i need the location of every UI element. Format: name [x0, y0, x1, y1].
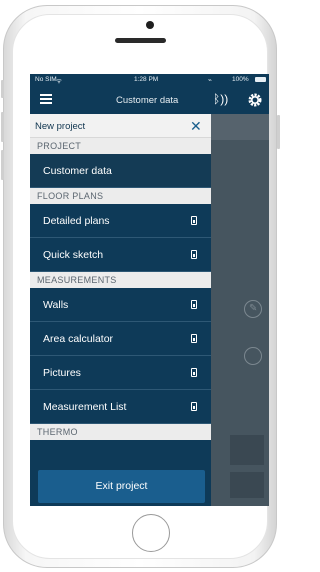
battery-icon	[255, 77, 266, 82]
background-field	[230, 472, 264, 498]
bluetooth-icon[interactable]: ᛒ))	[213, 92, 228, 106]
menu-item-label: Measurement List	[43, 401, 127, 413]
menu-item-label: Walls	[43, 299, 69, 311]
menu-item-label: Pictures	[43, 367, 81, 379]
menu-item-detailed-plans[interactable]: Detailed plans	[30, 204, 211, 238]
navigation-drawer: New project ✕ PROJECT Customer data FLOO…	[30, 114, 211, 506]
drawer-title: New project	[35, 121, 86, 132]
menu-item-area-calculator[interactable]: Area calculator	[30, 322, 211, 356]
device-icon	[191, 402, 197, 411]
menu-item-label: Area calculator	[43, 333, 114, 345]
drawer-footer: Exit project	[30, 467, 211, 506]
menu-item-pictures[interactable]: Pictures	[30, 356, 211, 390]
device-icon	[191, 368, 197, 377]
location-pin-icon	[244, 347, 262, 365]
hamburger-menu-icon[interactable]	[40, 94, 52, 104]
exit-project-button[interactable]: Exit project	[38, 470, 205, 503]
menu-item-label: Customer data	[43, 165, 112, 177]
section-header-project: PROJECT	[30, 138, 211, 154]
clock: 1:28 PM	[134, 76, 159, 83]
edit-icon: ✎	[244, 300, 262, 318]
device-icon	[191, 334, 197, 343]
home-button[interactable]	[132, 514, 170, 552]
carrier-label: No SIM	[35, 76, 57, 83]
volume-up-button	[1, 112, 4, 142]
screen: No SIM ᯤ 1:28 PM ⌁ 100% Customer data ᛒ)…	[30, 74, 269, 506]
drawer-header: New project ✕	[30, 114, 211, 138]
background-field	[230, 435, 264, 465]
device-icon	[191, 216, 197, 225]
menu-item-quick-sketch[interactable]: Quick sketch	[30, 238, 211, 272]
battery-percent: 100%	[232, 76, 249, 83]
nav-bar: Customer data ᛒ))	[30, 86, 269, 114]
gear-icon[interactable]	[247, 92, 263, 108]
front-camera	[146, 21, 154, 29]
menu-item-customer-data[interactable]: Customer data	[30, 154, 211, 188]
bluetooth-status-icon: ⌁	[208, 77, 212, 84]
menu-item-measurement-list[interactable]: Measurement List	[30, 390, 211, 424]
device-icon	[191, 250, 197, 259]
section-header-floor-plans: FLOOR PLANS	[30, 188, 211, 204]
volume-down-button	[1, 150, 4, 180]
menu-item-walls[interactable]: Walls	[30, 288, 211, 322]
menu-item-label: Detailed plans	[43, 215, 110, 227]
section-header-measurements: MEASUREMENTS	[30, 272, 211, 288]
menu-item-label: Quick sketch	[43, 249, 104, 261]
section-header-thermo: THERMO	[30, 424, 211, 440]
earpiece-speaker	[115, 38, 166, 43]
close-icon[interactable]: ✕	[190, 118, 202, 135]
power-button	[277, 115, 280, 149]
mute-switch	[1, 80, 4, 98]
wifi-icon: ᯤ	[56, 78, 62, 85]
device-icon	[191, 300, 197, 309]
nav-title: Customer data	[116, 95, 179, 106]
status-bar: No SIM ᯤ 1:28 PM ⌁ 100%	[30, 74, 269, 86]
